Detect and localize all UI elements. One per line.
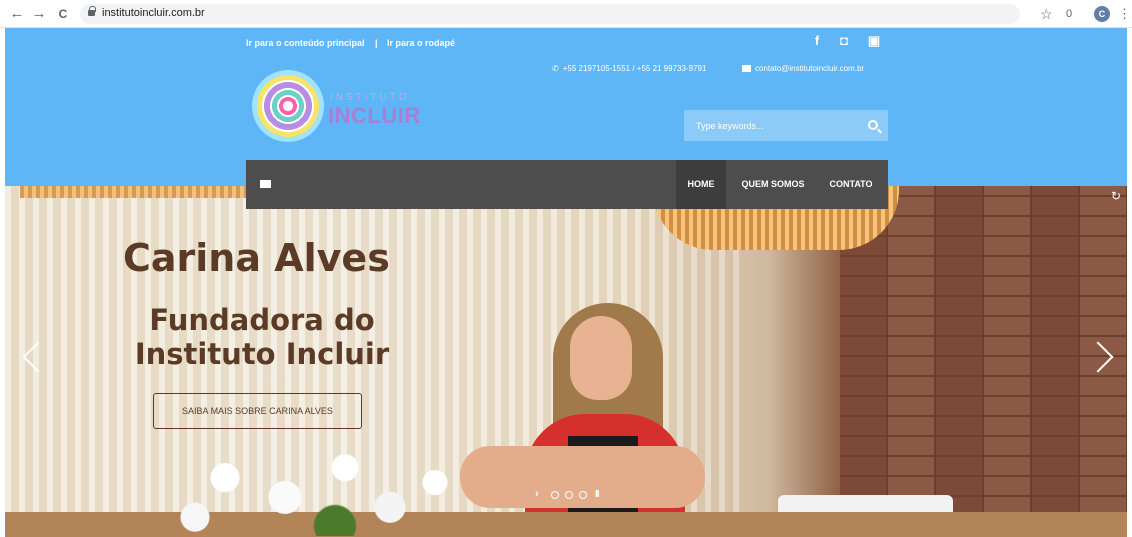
nav-item-quem-somos[interactable]: QUEM SOMOS (732, 160, 814, 209)
facebook-icon[interactable]: f (810, 34, 824, 48)
hero-title: Carina Alves (123, 236, 390, 280)
nav-item-home[interactable]: HOME (676, 160, 726, 209)
search-box (684, 110, 888, 141)
logo-big-text: INCLUIR (328, 103, 421, 128)
lock-icon (88, 6, 96, 16)
main-navbar: HOME QUEM SOMOS CONTATO (246, 160, 888, 209)
brick-wall-background (840, 186, 1127, 537)
email-info[interactable]: contato@institutoincluir.com.br (742, 64, 864, 73)
search-input[interactable] (684, 110, 854, 141)
profile-avatar[interactable]: C (1094, 6, 1110, 22)
nav-item-contato[interactable]: CONTATO (820, 160, 882, 209)
pager-dot[interactable] (551, 491, 559, 499)
hero-subtitle: Fundadora do Instituto Incluir (134, 303, 390, 371)
skip-to-footer-link[interactable]: Ir para o rodapé (387, 38, 455, 48)
phone-text: +55 2197105-1551 / +55 21 99733-9791 (562, 64, 707, 73)
logo-small-text: INSTITUTO (330, 92, 410, 103)
browser-menu-icon[interactable]: ⋮ (1118, 5, 1131, 23)
site-logo[interactable]: INSTITUTO INCLUIR (252, 70, 420, 144)
envelope-icon[interactable] (260, 180, 271, 188)
email-text[interactable]: contato@institutoincluir.com.br (755, 64, 864, 73)
search-icon[interactable] (868, 120, 878, 130)
spiral-logo-icon (252, 70, 324, 142)
browser-toolbar: ← → C institutoincluir.com.br ☆ 0 C ⋮ (0, 0, 1132, 28)
slider-refresh-icon[interactable]: ↻ (1111, 190, 1121, 202)
pager-dot[interactable] (565, 491, 573, 499)
hero-slider: Carina Alves Fundadora do Instituto Incl… (5, 186, 1127, 537)
reload-icon[interactable]: C (54, 5, 72, 23)
bookmark-star-icon[interactable]: ☆ (1040, 5, 1053, 23)
url-text: institutoincluir.com.br (102, 7, 205, 19)
learn-more-button[interactable]: SAIBA MAIS SOBRE CARINA ALVES (153, 393, 362, 429)
pager-next-icon[interactable]: › (535, 488, 539, 500)
lamp-left (20, 186, 250, 198)
pager-dot[interactable] (579, 491, 587, 499)
instagram-icon[interactable]: ◘ (837, 34, 851, 48)
forward-arrow-icon[interactable]: → (30, 5, 48, 23)
envelope-icon (742, 65, 751, 73)
skip-separator: | (375, 38, 378, 48)
youtube-icon[interactable]: ▣ (867, 34, 881, 48)
skip-to-content-link[interactable]: Ir para o conteúdo principal (246, 38, 365, 48)
pause-icon[interactable]: II (595, 489, 599, 500)
phone-icon: ✆ (552, 64, 559, 73)
extension-icon[interactable]: 0 (1066, 6, 1072, 22)
flowers (165, 438, 465, 537)
address-bar[interactable]: institutoincluir.com.br (80, 4, 1020, 24)
back-arrow-icon[interactable]: ← (8, 5, 26, 23)
phone-info: ✆ +55 2197105-1551 / +55 21 99733-9791 (552, 64, 706, 73)
person-face (570, 316, 632, 400)
